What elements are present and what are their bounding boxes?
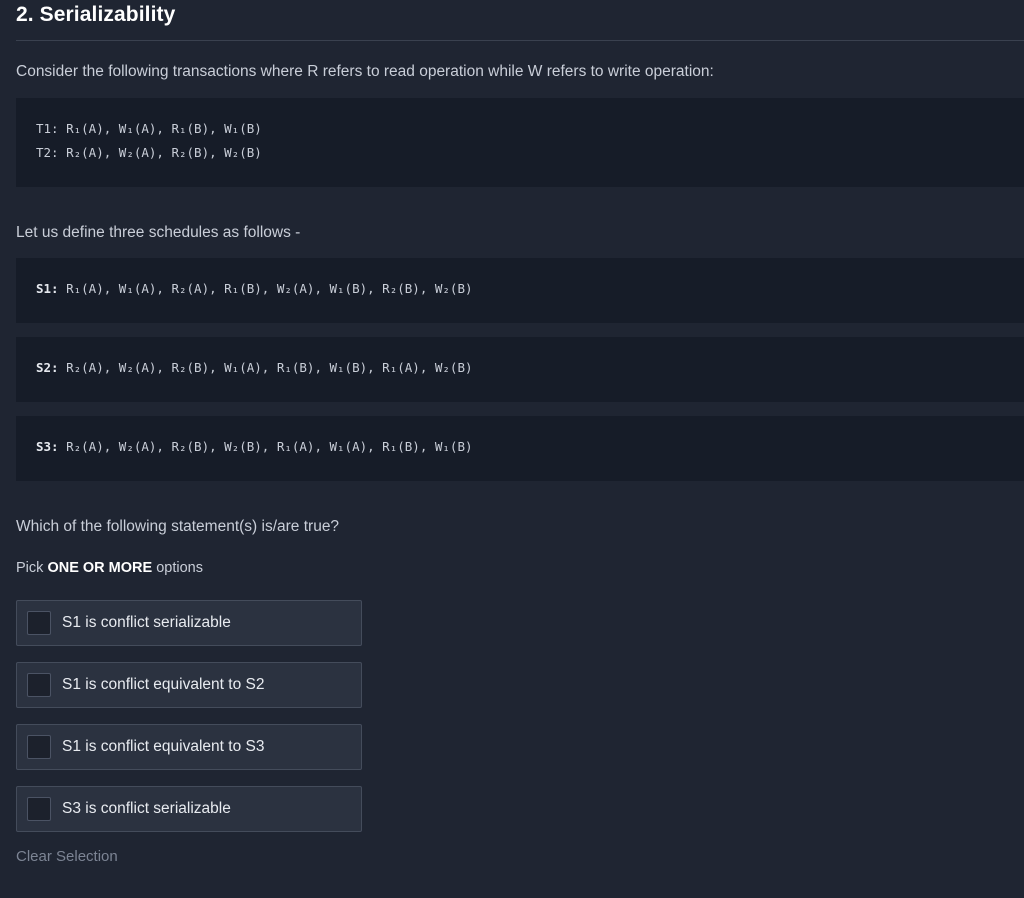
option-checkbox[interactable] (27, 611, 51, 635)
transaction-label: T2: (36, 145, 59, 160)
option-2[interactable]: S1 is conflict equivalent to S2 (16, 662, 362, 708)
schedule-code-block: S1: R₁(A), W₁(A), R₂(A), R₁(B), W₂(A), W… (16, 258, 1024, 323)
option-checkbox[interactable] (27, 673, 51, 697)
schedules-intro: Let us define three schedules as follows… (16, 224, 301, 241)
clear-selection-link[interactable]: Clear Selection (16, 848, 118, 865)
transactions-code-block: T1: R₁(A), W₁(A), R₁(B), W₁(B) T2: R₂(A)… (16, 98, 1024, 187)
option-label: S1 is conflict equivalent to S2 (62, 676, 265, 693)
transaction-line: T1: R₁(A), W₁(A), R₁(B), W₁(B) (36, 121, 262, 136)
schedule-ops: R₁(A), W₁(A), R₂(A), R₁(B), W₂(A), W₁(B)… (66, 281, 473, 296)
transaction-label: T1: (36, 121, 59, 136)
question-page: 2. Serializability Consider the followin… (0, 0, 1024, 898)
question-prompt: Which of the following statement(s) is/a… (16, 518, 340, 535)
title-divider (16, 40, 1024, 41)
transaction-ops: R₁(A), W₁(A), R₁(B), W₁(B) (66, 121, 262, 136)
schedule-label: S3: (36, 439, 59, 454)
option-3[interactable]: S1 is conflict equivalent to S3 (16, 724, 362, 770)
schedule-ops: R₂(A), W₂(A), R₂(B), W₁(A), R₁(B), W₁(B)… (66, 360, 473, 375)
schedule-code-block: S2: R₂(A), W₂(A), R₂(B), W₁(A), R₁(B), W… (16, 337, 1024, 402)
question-title: 2. Serializability (16, 3, 176, 26)
option-label: S1 is conflict equivalent to S3 (62, 738, 265, 755)
schedule-line: S2: R₂(A), W₂(A), R₂(B), W₁(A), R₁(B), W… (36, 360, 473, 375)
pick-instruction: Pick ONE OR MORE options (16, 560, 203, 576)
pick-suffix: options (156, 560, 203, 576)
pick-emphasis: ONE OR MORE (47, 560, 153, 576)
schedule-ops: R₂(A), W₂(A), R₂(B), W₂(B), R₁(A), W₁(A)… (66, 439, 473, 454)
question-intro: Consider the following transactions wher… (16, 63, 714, 80)
schedule-label: S2: (36, 360, 59, 375)
transaction-line: T2: R₂(A), W₂(A), R₂(B), W₂(B) (36, 145, 262, 160)
transaction-ops: R₂(A), W₂(A), R₂(B), W₂(B) (66, 145, 262, 160)
schedule-label: S1: (36, 281, 59, 296)
schedule-code-block: S3: R₂(A), W₂(A), R₂(B), W₂(B), R₁(A), W… (16, 416, 1024, 481)
option-label: S1 is conflict serializable (62, 614, 231, 631)
pick-prefix: Pick (16, 560, 44, 576)
option-checkbox[interactable] (27, 797, 51, 821)
schedule-line: S1: R₁(A), W₁(A), R₂(A), R₁(B), W₂(A), W… (36, 281, 473, 296)
option-4[interactable]: S3 is conflict serializable (16, 786, 362, 832)
option-1[interactable]: S1 is conflict serializable (16, 600, 362, 646)
schedule-line: S3: R₂(A), W₂(A), R₂(B), W₂(B), R₁(A), W… (36, 439, 473, 454)
option-label: S3 is conflict serializable (62, 800, 231, 817)
option-checkbox[interactable] (27, 735, 51, 759)
